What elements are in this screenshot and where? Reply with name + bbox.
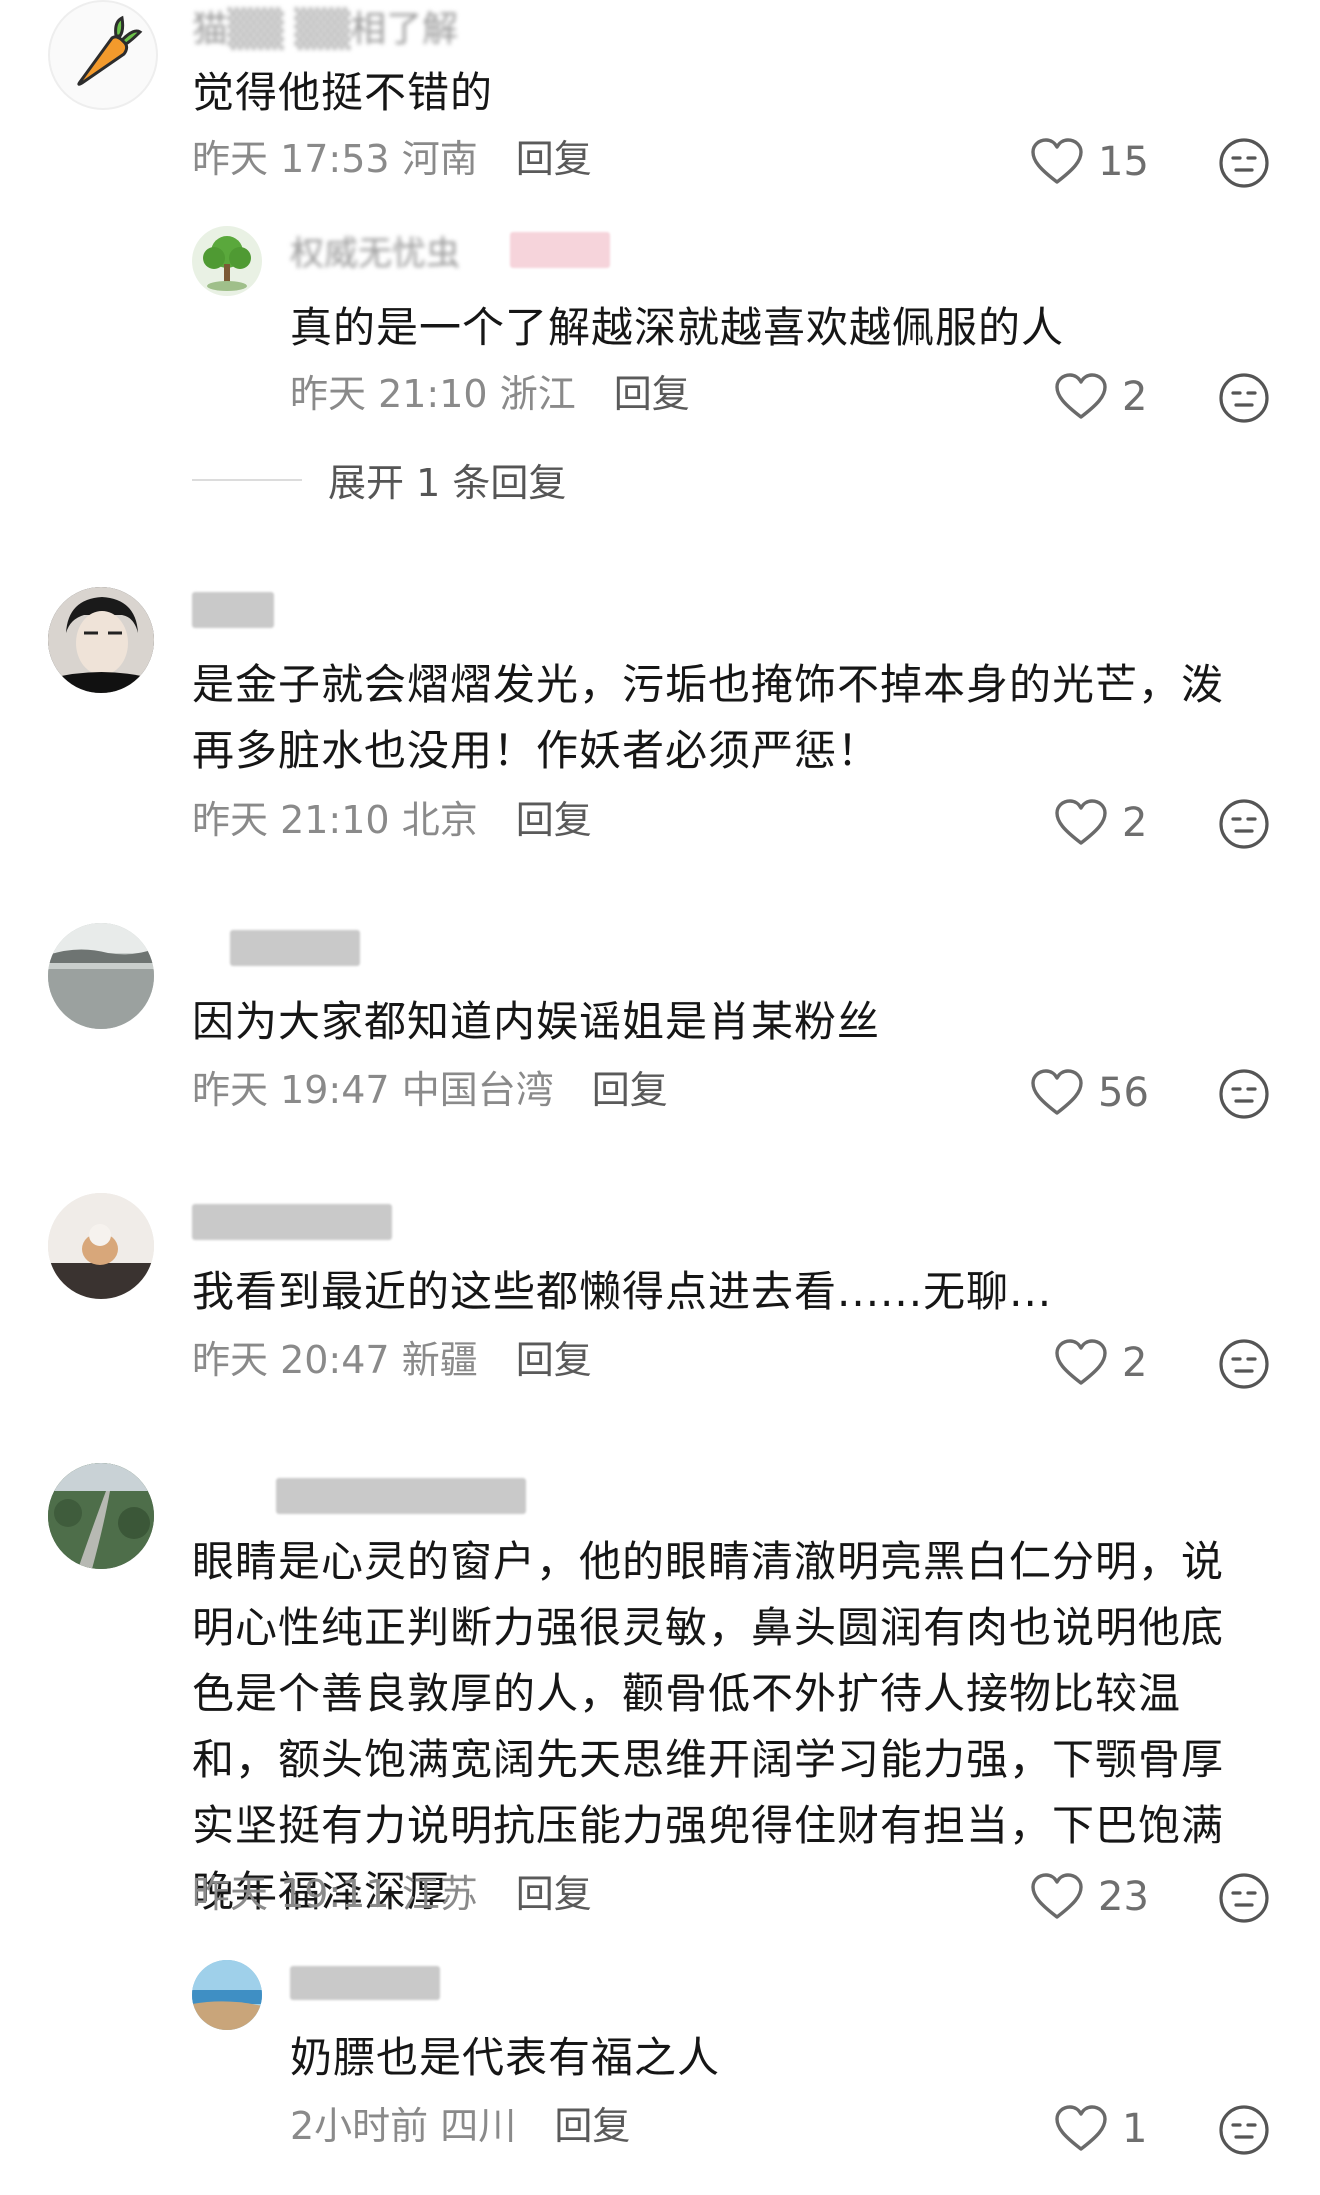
neutral-face-icon[interactable] — [1218, 2104, 1270, 2156]
reply-meta: 昨天 21:10 浙江 回复 — [290, 372, 690, 416]
comment-meta: 昨天 19:11 江苏 回复 — [192, 1872, 592, 1916]
expand-replies-button[interactable]: 展开 1 条回复 — [192, 452, 566, 507]
comment-location: 河南 — [401, 137, 478, 181]
like-count: 56 — [1098, 1070, 1149, 1116]
like-count: 1 — [1122, 2106, 1148, 2152]
like-button[interactable]: 15 — [1030, 138, 1149, 186]
like-button[interactable]: 56 — [1030, 1069, 1149, 1117]
reply-time: 2小时前 — [290, 2104, 429, 2148]
reply-location: 四川 — [440, 2104, 517, 2148]
avatar[interactable] — [48, 0, 158, 110]
comment-location: 中国台湾 — [401, 1068, 554, 1112]
reply-time: 昨天 21:10 — [290, 372, 488, 416]
like-count: 2 — [1122, 374, 1148, 420]
tree-avatar-icon — [203, 236, 251, 291]
heart-outline-icon — [1030, 138, 1084, 186]
neutral-face-icon[interactable] — [1218, 1068, 1270, 1120]
reply-button[interactable]: 回复 — [516, 137, 592, 181]
username-text: 猫▒▒ ▒▒相了解 — [192, 9, 459, 50]
comment-username[interactable] — [192, 1204, 392, 1240]
beach-avatar-icon — [192, 1960, 262, 2030]
cat-avatar-icon — [48, 1193, 154, 1299]
neutral-face-icon[interactable] — [1218, 137, 1270, 189]
comment-text: 眼睛是心灵的窗户，他的眼睛清澈明亮黑白仁分明，说明心性纯正判断力强很灵敏，鼻头圆… — [192, 1537, 1225, 1916]
comment-time: 昨天 17:53 — [192, 137, 390, 181]
like-count: 2 — [1122, 1340, 1148, 1386]
reply-text: 奶膘也是代表有福之人 — [290, 2033, 721, 2082]
comment-meta: 昨天 19:47 中国台湾 回复 — [192, 1068, 668, 1112]
avatar[interactable] — [48, 1193, 154, 1299]
neutral-face-icon[interactable] — [1218, 1338, 1270, 1390]
comment-text: 是金子就会熠熠发光，污垢也掩饰不掉本身的光芒，泼再多脏水也没用！作妖者必须严惩！ — [192, 660, 1225, 775]
comment-text: 觉得他挺不错的 — [192, 68, 494, 117]
like-button[interactable]: 2 — [1054, 373, 1147, 421]
like-button[interactable]: 23 — [1030, 1873, 1149, 1921]
comment-username[interactable]: 猫▒▒ ▒▒相了解 — [192, 0, 458, 50]
heart-outline-icon — [1054, 2105, 1108, 2153]
avatar[interactable] — [192, 226, 262, 296]
expand-label: 展开 1 条回复 — [328, 461, 567, 505]
comment-time: 昨天 19:47 — [192, 1068, 390, 1112]
comment-time: 昨天 19:11 — [192, 1872, 390, 1916]
username-text: 权威无忧虫 — [290, 234, 460, 274]
neutral-face-icon[interactable] — [1218, 372, 1270, 424]
comment-meta: 昨天 21:10 北京 回复 — [192, 798, 592, 842]
heart-outline-icon — [1054, 1339, 1108, 1387]
heart-outline-icon — [1030, 1069, 1084, 1117]
comment-time: 昨天 21:10 — [192, 798, 390, 842]
reply-button[interactable]: 回复 — [614, 372, 690, 416]
comment-meta: 昨天 20:47 新疆 回复 — [192, 1338, 592, 1382]
heart-outline-icon — [1054, 799, 1108, 847]
portrait-avatar-icon — [48, 587, 154, 693]
avatar[interactable] — [48, 923, 154, 1029]
heart-outline-icon — [1030, 1873, 1084, 1921]
reply-button[interactable]: 回复 — [516, 1872, 592, 1916]
reply-button[interactable]: 回复 — [516, 798, 592, 842]
comment-location: 江苏 — [401, 1872, 478, 1916]
like-button[interactable]: 1 — [1054, 2105, 1147, 2153]
comment-username[interactable] — [192, 592, 274, 628]
reply-button[interactable]: 回复 — [554, 2104, 630, 2148]
comment-location: 北京 — [401, 798, 478, 842]
avatar[interactable] — [48, 587, 154, 693]
comment-text: 我看到最近的这些都懒得点进去看......无聊... — [192, 1267, 1053, 1316]
like-button[interactable]: 2 — [1054, 799, 1147, 847]
reply-username[interactable] — [290, 1966, 440, 2000]
carrot-icon — [77, 15, 143, 86]
neutral-face-icon[interactable] — [1218, 1872, 1270, 1924]
comment-time: 昨天 20:47 — [192, 1338, 390, 1382]
reply-button[interactable]: 回复 — [592, 1068, 668, 1112]
heart-outline-icon — [1054, 373, 1108, 421]
reply-meta: 2小时前 四川 回复 — [290, 2104, 630, 2148]
like-count: 15 — [1098, 139, 1149, 185]
lake-avatar-icon — [48, 923, 154, 1029]
reply-button[interactable]: 回复 — [516, 1338, 592, 1382]
like-count: 23 — [1098, 1874, 1149, 1920]
user-badge — [510, 232, 610, 268]
divider — [192, 478, 302, 481]
comment-username[interactable] — [230, 930, 360, 966]
reply-location: 浙江 — [499, 372, 576, 416]
reply-username[interactable]: 权威无忧虫 — [290, 226, 460, 274]
like-count: 2 — [1122, 800, 1148, 846]
neutral-face-icon[interactable] — [1218, 798, 1270, 850]
forest-road-avatar-icon — [48, 1463, 154, 1569]
comment-username[interactable] — [276, 1478, 526, 1514]
like-button[interactable]: 2 — [1054, 1339, 1147, 1387]
reply-text: 真的是一个了解越深就越喜欢越佩服的人 — [290, 303, 1065, 352]
comment-text: 因为大家都知道内娱谣姐是肖某粉丝 — [192, 997, 881, 1046]
avatar[interactable] — [192, 1960, 262, 2030]
avatar[interactable] — [48, 1463, 154, 1569]
comment-location: 新疆 — [401, 1338, 478, 1382]
comment-meta: 昨天 17:53 河南 回复 — [192, 137, 592, 181]
